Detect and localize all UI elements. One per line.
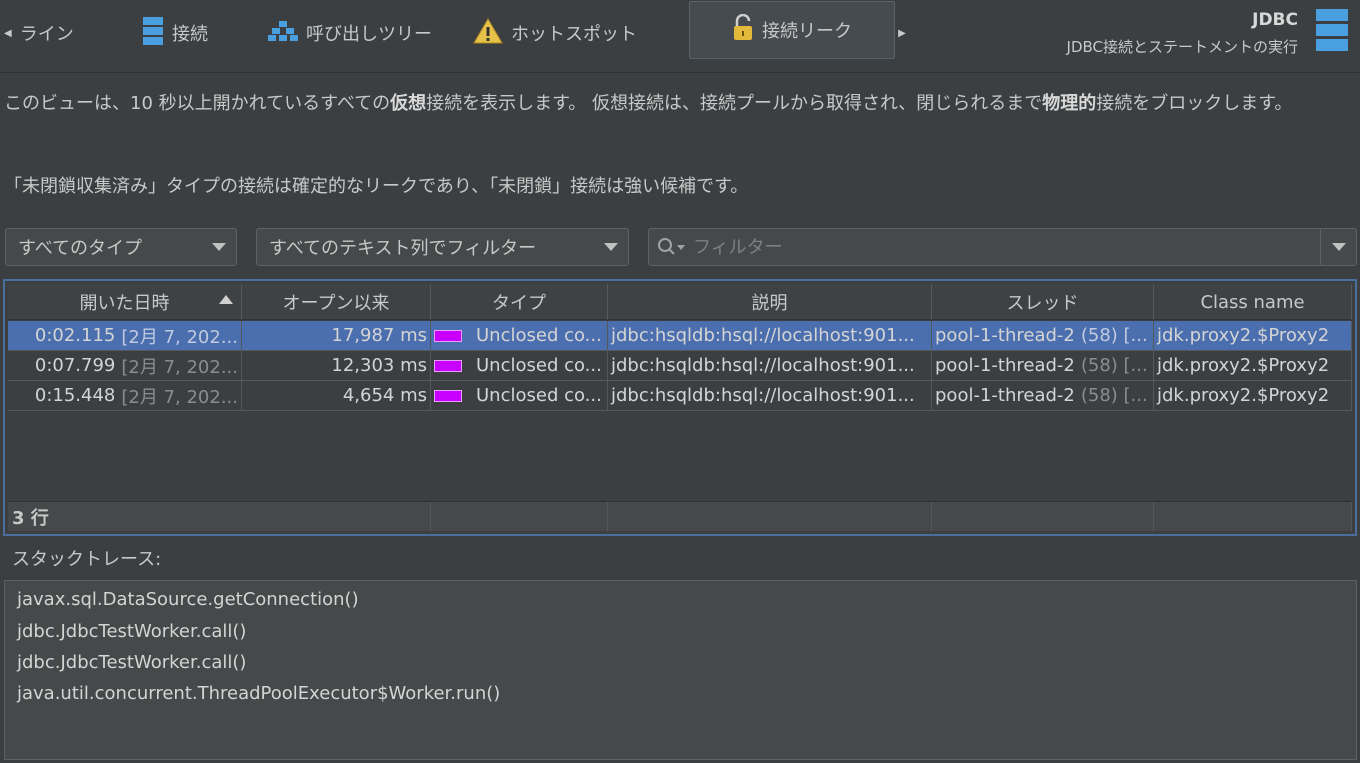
column-header-thread[interactable]: スレッド: [932, 284, 1154, 320]
table-footer: 3 行: [8, 501, 1352, 532]
call-tree-icon: [268, 20, 298, 47]
tab-label: 接続リーク: [762, 21, 852, 42]
column-header-opened[interactable]: 開いた日時: [8, 284, 242, 320]
stack-frame[interactable]: javax.sql.DataSource.getConnection(): [17, 589, 359, 610]
view-description: このビューは、10 秒以上開かれているすべての仮想接続を表示します。 仮想接続は…: [4, 93, 1293, 114]
unlock-icon: [732, 13, 754, 47]
tab-call-tree[interactable]: 呼び出しツリー: [250, 0, 450, 66]
jdbc-database-icon: [1316, 9, 1348, 57]
column-header-type[interactable]: タイプ: [431, 284, 608, 320]
stack-trace-label: スタックトレース:: [12, 549, 162, 570]
cell-open-since: 17,987 ms: [242, 321, 431, 351]
table-row[interactable]: 0:15.448 [2月 7, 202... 4,654 ms Unclosed …: [8, 381, 1352, 411]
cell-class-name: jdk.proxy2.$Proxy2: [1154, 321, 1352, 351]
column-header-description[interactable]: 説明: [608, 284, 932, 320]
view-title: JDBC: [1252, 9, 1298, 30]
warning-icon: [473, 17, 503, 49]
column-header-open-since[interactable]: オープン以来: [242, 284, 431, 320]
tab-hotspots[interactable]: ホットスポット: [450, 0, 660, 66]
view-header: JDBC JDBC接続とステートメントの実行: [1067, 4, 1348, 62]
bold-virtual: 仮想: [390, 93, 427, 114]
cell-class-name: jdk.proxy2.$Proxy2: [1154, 381, 1352, 411]
cell-thread: pool-1-thread-2 (58) [...: [932, 321, 1154, 351]
select-value: すべてのタイプ: [18, 238, 143, 259]
type-color-swatch: [434, 329, 462, 342]
cell-thread: pool-1-thread-2 (58) [...: [932, 381, 1154, 411]
toolbar-divider: [0, 72, 1360, 73]
bold-physical: 物理的: [1042, 93, 1097, 114]
table-body: 0:02.115 [2月 7, 202... 17,987 ms Unclosed…: [8, 321, 1352, 411]
select-value: すべてのテキスト列でフィルター: [269, 238, 537, 259]
type-color-swatch: [434, 389, 462, 402]
tab-connections[interactable]: 接続: [100, 0, 250, 66]
filter-field: [648, 228, 1357, 266]
leak-type-note: 「未閉鎖収集済み」タイプの接続は確定的なリークであり、「未閉鎖」接続は強い候補で…: [4, 176, 749, 197]
cell-type: Unclosed co...: [431, 321, 608, 351]
connection-leaks-table: 開いた日時 オープン以来 タイプ 説明 スレッド Class name 0:02…: [3, 279, 1357, 536]
cell-description: jdbc:hsqldb:hsql://localhost:901...: [608, 321, 932, 351]
tab-label: ホットスポット: [511, 24, 637, 45]
cell-description: jdbc:hsqldb:hsql://localhost:901...: [608, 381, 932, 411]
view-subtitle: JDBC接続とステートメントの実行: [1066, 37, 1298, 56]
column-header-class-name[interactable]: Class name: [1154, 284, 1352, 320]
cell-opened: 0:15.448 [2月 7, 202...: [8, 381, 242, 411]
sort-ascending-icon: [219, 295, 233, 304]
cell-opened: 0:02.115 [2月 7, 202...: [8, 321, 242, 351]
cell-description: jdbc:hsqldb:hsql://localhost:901...: [608, 351, 932, 381]
database-icon: [142, 16, 164, 51]
chevron-down-icon: [212, 243, 226, 251]
table-header: 開いた日時 オープン以来 タイプ 説明 スレッド Class name: [8, 284, 1352, 320]
cell-type: Unclosed co...: [431, 351, 608, 381]
stack-frame[interactable]: java.util.concurrent.ThreadPoolExecutor$…: [17, 683, 500, 704]
type-filter-select[interactable]: すべてのタイプ: [5, 228, 237, 266]
tab-connection-leaks[interactable]: 接続リーク: [689, 1, 895, 59]
tab-label: ライン: [19, 24, 74, 45]
stack-frame[interactable]: jdbc.JdbcTestWorker.call(): [17, 621, 246, 642]
tabs-scroll-right-icon[interactable]: ▶: [895, 0, 909, 66]
cell-open-since: 12,303 ms: [242, 351, 431, 381]
filter-input[interactable]: [693, 233, 1313, 261]
cell-type: Unclosed co...: [431, 381, 608, 411]
cell-opened: 0:07.799 [2月 7, 202...: [8, 351, 242, 381]
type-color-swatch: [434, 359, 462, 372]
table-row[interactable]: 0:07.799 [2月 7, 202... 12,303 ms Unclosed…: [8, 351, 1352, 381]
chevron-down-icon: [1332, 243, 1346, 251]
filter-history-button[interactable]: [1320, 229, 1356, 265]
row-count: 3 行: [8, 502, 431, 532]
chevron-down-icon: [604, 243, 618, 251]
cell-class-name: jdk.proxy2.$Proxy2: [1154, 351, 1352, 381]
table-row[interactable]: 0:02.115 [2月 7, 202... 17,987 ms Unclosed…: [8, 321, 1352, 351]
column-filter-select[interactable]: すべてのテキスト列でフィルター: [256, 228, 629, 266]
tab-label: 呼び出しツリー: [306, 24, 432, 45]
chevron-left-icon: ◀: [4, 27, 12, 39]
tab-label: 接続: [172, 24, 208, 45]
tab-line[interactable]: ◀ ライン: [0, 0, 100, 66]
cell-thread: pool-1-thread-2 (58) [...: [932, 351, 1154, 381]
cell-open-since: 4,654 ms: [242, 381, 431, 411]
stack-trace-panel[interactable]: javax.sql.DataSource.getConnection() jdb…: [4, 580, 1357, 760]
search-icon[interactable]: [657, 237, 687, 261]
stack-frame[interactable]: jdbc.JdbcTestWorker.call(): [17, 652, 246, 673]
